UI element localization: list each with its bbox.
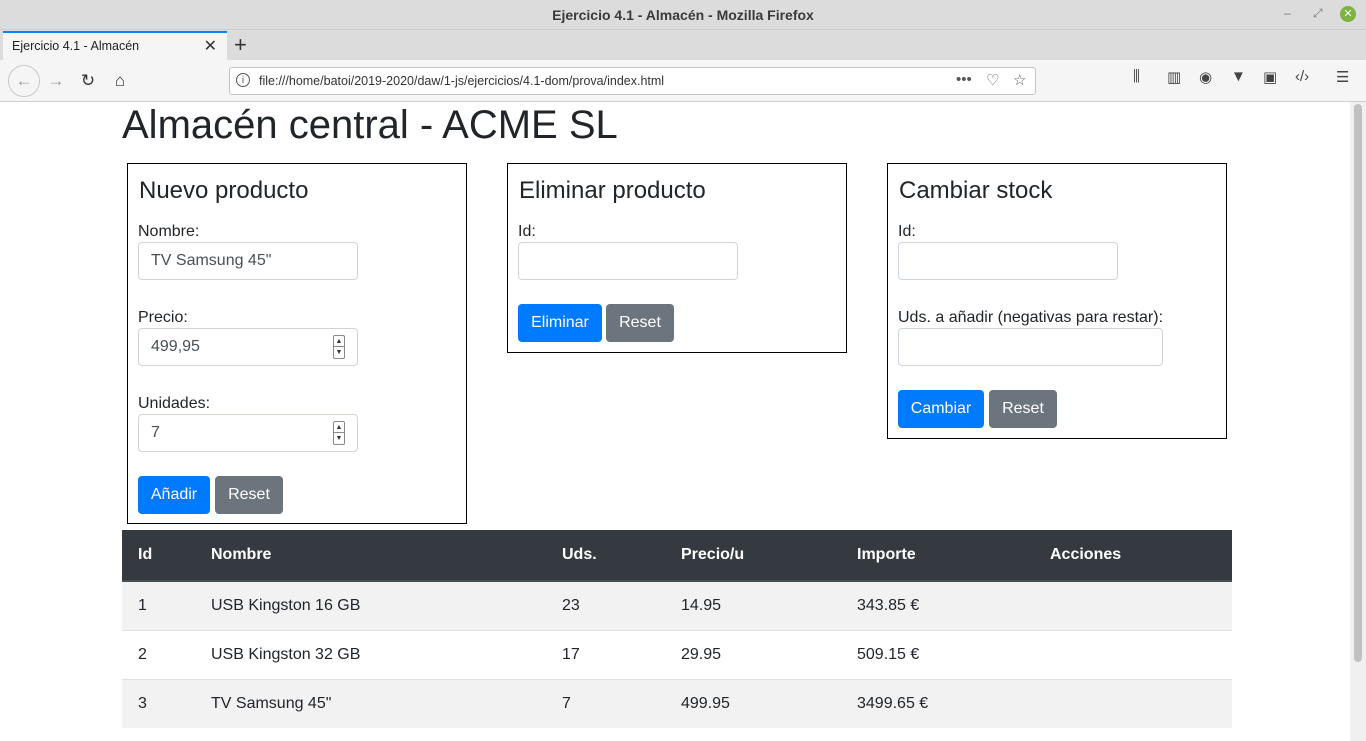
cell-actions	[1034, 629, 1232, 679]
tab-label: Ejercicio 4.1 - Almacén	[12, 39, 140, 53]
close-tab-icon[interactable]: ✕	[204, 36, 217, 56]
delete-reset-button[interactable]: Reset	[606, 304, 674, 342]
col-header-units: Uds.	[546, 530, 665, 582]
price-label: Precio:	[138, 309, 188, 326]
forward-icon[interactable]: →	[42, 67, 70, 95]
table-row: 3 TV Samsung 45" 7 499.95 3499.65 €	[122, 678, 1232, 728]
units-value: 7	[151, 424, 160, 441]
units-spinner[interactable]: ▲ ▼	[333, 421, 345, 445]
window-title: Ejercicio 4.1 - Almacén - Mozilla Firefo…	[552, 7, 814, 23]
url-bar[interactable]: i file:///home/batoi/2019-2020/daw/1-js/…	[229, 67, 1036, 95]
cell-units: 7	[546, 678, 665, 728]
delete-id-label: Id:	[518, 223, 536, 240]
change-button[interactable]: Cambiar	[898, 390, 984, 428]
cell-units: 23	[546, 580, 665, 630]
cell-actions	[1034, 678, 1232, 728]
col-header-id: Id	[122, 530, 195, 582]
tab-bar: Ejercicio 4.1 - Almacén ✕	[0, 30, 1366, 61]
cell-name: USB Kingston 32 GB	[195, 629, 546, 679]
minimize-icon[interactable]: –	[1284, 6, 1291, 20]
spin-down-icon[interactable]: ▼	[334, 347, 344, 358]
delete-id-input[interactable]	[518, 242, 738, 280]
cell-id: 1	[122, 580, 195, 630]
pocket-icon[interactable]: ♡	[986, 71, 999, 89]
url-text[interactable]: file:///home/batoi/2019-2020/daw/1-js/ej…	[259, 74, 664, 88]
new-product-title: Nuevo producto	[139, 177, 309, 204]
nav-toolbar: ← → ↻ ⌂ i file:///home/batoi/2019-2020/d…	[0, 60, 1366, 102]
table-row: 1 USB Kingston 16 GB 23 14.95 343.85 €	[122, 580, 1232, 630]
table-header-row: Id Nombre Uds. Precio/u Importe Acciones	[122, 530, 1232, 582]
tab-almacen[interactable]: Ejercicio 4.1 - Almacén ✕	[3, 31, 227, 61]
home-icon[interactable]: ⌂	[106, 67, 134, 95]
spin-up-icon[interactable]: ▲	[334, 336, 344, 347]
cell-name: USB Kingston 16 GB	[195, 580, 546, 630]
name-label: Nombre:	[138, 223, 200, 240]
cell-unit-price: 499.95	[665, 678, 841, 728]
stock-id-label: Id:	[898, 223, 916, 240]
cell-amount: 509.15 €	[841, 629, 1034, 679]
price-spinner[interactable]: ▲ ▼	[333, 335, 345, 359]
page-title: Almacén central - ACME SL	[122, 103, 618, 147]
devtools-icon[interactable]: ‹/›	[1295, 68, 1309, 85]
window-titlebar: Ejercicio 4.1 - Almacén - Mozilla Firefo…	[0, 0, 1366, 30]
new-reset-button[interactable]: Reset	[215, 476, 283, 514]
cell-amount: 3499.65 €	[841, 678, 1034, 728]
spin-down-icon[interactable]: ▼	[334, 433, 344, 444]
bookmark-star-icon[interactable]: ☆	[1013, 71, 1026, 89]
col-header-actions: Acciones	[1034, 530, 1232, 582]
units-input[interactable]: 7 ▲ ▼	[138, 414, 358, 452]
delete-product-title: Eliminar producto	[519, 177, 706, 204]
cell-amount: 343.85 €	[841, 580, 1034, 630]
units-label: Unidades:	[138, 395, 211, 412]
account-icon[interactable]: ◉	[1199, 68, 1212, 86]
table-row: 2 USB Kingston 32 GB 17 29.95 509.15 €	[122, 629, 1232, 679]
price-value: 499,95	[151, 338, 200, 355]
cell-units: 17	[546, 629, 665, 679]
cell-id: 3	[122, 678, 195, 728]
cell-id: 2	[122, 629, 195, 679]
page-actions-icon[interactable]: •••	[956, 71, 972, 88]
change-stock-title: Cambiar stock	[899, 177, 1053, 204]
col-header-amount: Importe	[841, 530, 1034, 582]
extension-box-icon[interactable]: ▣	[1263, 68, 1277, 86]
products-table: Id Nombre Uds. Precio/u Importe Acciones…	[122, 530, 1232, 728]
extension-v-icon[interactable]: ▼	[1231, 68, 1246, 85]
name-input[interactable]: TV Samsung 45"	[138, 242, 358, 280]
sidebar-icon[interactable]: ▥	[1167, 68, 1181, 86]
stock-id-input[interactable]	[898, 242, 1118, 280]
menu-icon[interactable]: ☰	[1336, 68, 1349, 86]
page-content: Almacén central - ACME SL Nuevo producto…	[0, 102, 1350, 741]
col-header-unit-price: Precio/u	[665, 530, 841, 582]
spin-up-icon[interactable]: ▲	[334, 422, 344, 433]
stock-units-input[interactable]	[898, 328, 1163, 366]
add-button[interactable]: Añadir	[138, 476, 210, 514]
library-icon[interactable]: ⫼	[1133, 68, 1140, 85]
cell-name: TV Samsung 45"	[195, 678, 546, 728]
close-window-icon[interactable]: ✕	[1340, 6, 1356, 22]
delete-button[interactable]: Eliminar	[518, 304, 602, 342]
cell-unit-price: 29.95	[665, 629, 841, 679]
new-tab-icon[interactable]: +	[234, 32, 247, 58]
new-product-form: Nuevo producto Nombre: TV Samsung 45" Pr…	[127, 163, 467, 524]
maximize-icon[interactable]: ⤢	[1313, 6, 1323, 21]
change-stock-form: Cambiar stock Id: Uds. a añadir (negativ…	[887, 163, 1227, 439]
cell-unit-price: 14.95	[665, 580, 841, 630]
price-input[interactable]: 499,95 ▲ ▼	[138, 328, 358, 366]
delete-product-form: Eliminar producto Id: Eliminar Reset	[507, 163, 847, 353]
reload-icon[interactable]: ↻	[74, 67, 102, 95]
change-reset-button[interactable]: Reset	[989, 390, 1057, 428]
col-header-name: Nombre	[195, 530, 546, 582]
scrollbar-thumb[interactable]	[1354, 104, 1362, 662]
stock-units-label: Uds. a añadir (negativas para restar):	[898, 309, 1164, 326]
cell-actions	[1034, 580, 1232, 630]
back-icon[interactable]: ←	[8, 65, 40, 97]
site-info-icon[interactable]: i	[236, 73, 250, 87]
